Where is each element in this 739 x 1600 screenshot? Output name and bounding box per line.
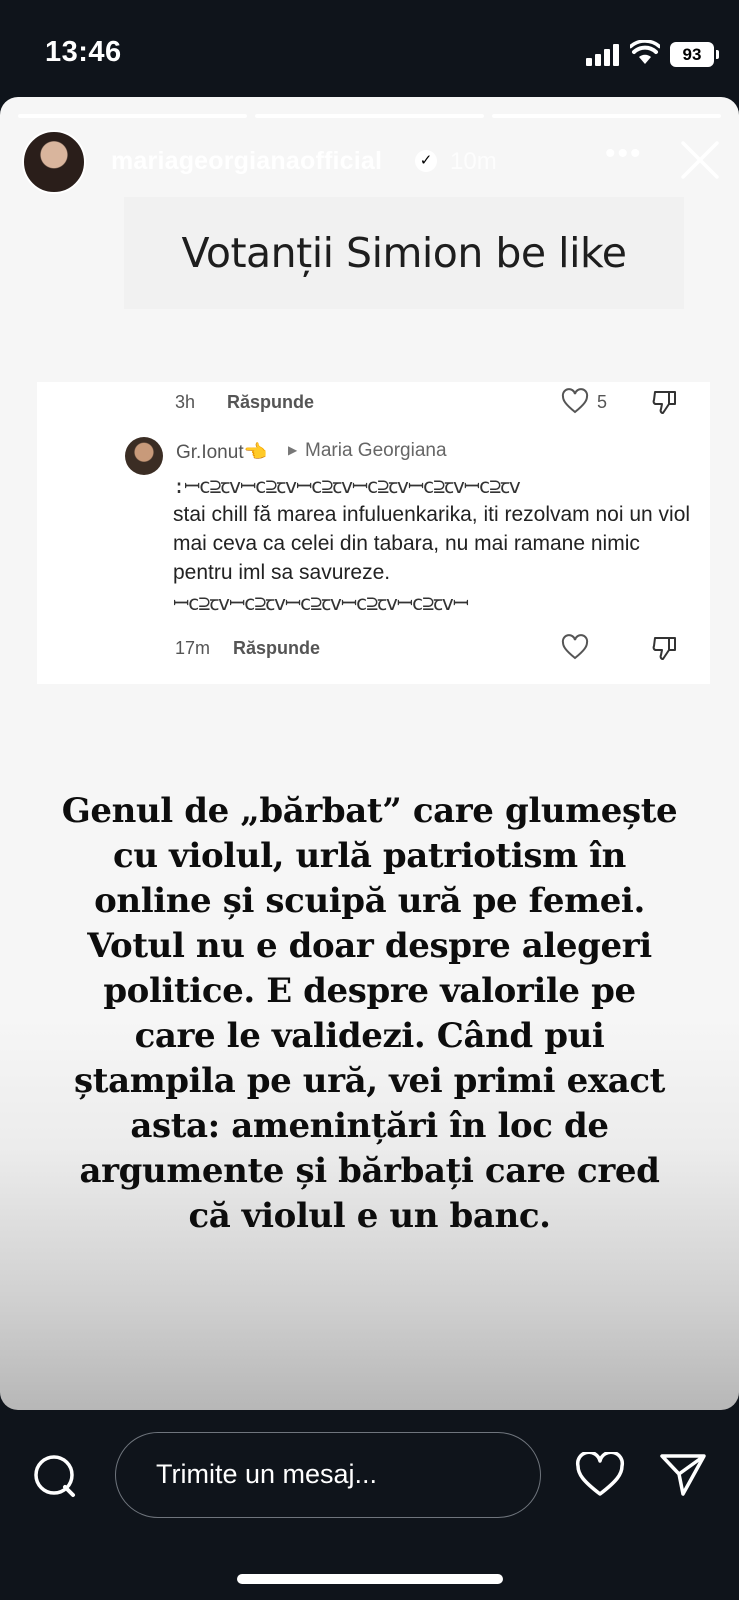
- story-caption: Votanții Simion be like: [124, 197, 684, 309]
- story-card[interactable]: mariageorgianaofficial ✓ 10m ••• Votanți…: [0, 97, 739, 1410]
- status-time: 13:46: [45, 36, 122, 68]
- reply-target: Maria Georgiana: [305, 440, 447, 461]
- battery-icon: 93: [670, 42, 719, 67]
- story-statement: Genul de „bărbat” care glumește cu violu…: [61, 791, 678, 1236]
- heart-icon[interactable]: [575, 1452, 625, 1498]
- comment-symbols: ꟷⅽ⊇ꞇⅴꟷⅽ⊇ꞇⅴꟷⅽ⊇ꞇⅴꟷⅽ⊇ꞇⅴꟷⅽ⊇ꞇⅴꟷ: [173, 591, 469, 615]
- close-icon[interactable]: [678, 138, 722, 182]
- story-progress: [18, 114, 721, 118]
- reply-label: Răspunde: [233, 638, 321, 658]
- wifi-icon: [630, 40, 660, 64]
- comment-text: stai chill fă marea infuluenkarika, iti …: [173, 503, 691, 584]
- reply-label: Răspunde: [227, 392, 315, 412]
- reply-arrow-icon: ▶: [288, 443, 298, 457]
- verified-icon: ✓: [415, 150, 437, 172]
- send-icon[interactable]: [659, 1450, 707, 1498]
- username[interactable]: mariageorgianaofficial: [111, 147, 382, 176]
- dislike-icon: [652, 391, 676, 414]
- dislike-icon: [652, 637, 676, 660]
- like-count: 5: [597, 392, 608, 412]
- progress-segment: [18, 114, 247, 118]
- heart-icon: [561, 634, 589, 660]
- signal-icon: [586, 44, 622, 66]
- comment-symbols: :ꟷⅽ⊇ꞇⅴꟷⅽ⊇ꞇⅴꟷⅽ⊇ꞇⅴꟷⅽ⊇ꞇⅴꟷⅽ⊇ꞇⅴꟷⅽ⊇ꞇⅴ: [173, 474, 521, 498]
- progress-segment: [492, 114, 721, 118]
- comment-screenshot: 3h Răspunde 5 Gr.Ionut👈 ▶ Maria Georgian…: [37, 382, 710, 684]
- progress-segment: [255, 114, 484, 118]
- heart-icon: [561, 388, 589, 414]
- comment-time: 3h: [175, 392, 196, 412]
- status-bar: 13:46 93: [0, 0, 739, 100]
- story-header: mariageorgianaofficial ✓ 10m •••: [22, 130, 719, 194]
- commenter-avatar: [125, 437, 163, 475]
- avatar[interactable]: [22, 130, 86, 194]
- comment-time: 17m: [175, 638, 211, 658]
- hand-emoji: 👈: [243, 442, 268, 463]
- time-ago: 10m: [450, 148, 497, 175]
- camera-icon[interactable]: [32, 1453, 78, 1499]
- more-icon[interactable]: •••: [605, 139, 641, 174]
- commenter-name: Gr.Ionut👈: [176, 440, 267, 464]
- home-indicator: [237, 1574, 503, 1584]
- commenter-username: Gr.Ionut: [176, 442, 244, 463]
- message-input[interactable]: Trimite un mesaj...: [115, 1432, 541, 1518]
